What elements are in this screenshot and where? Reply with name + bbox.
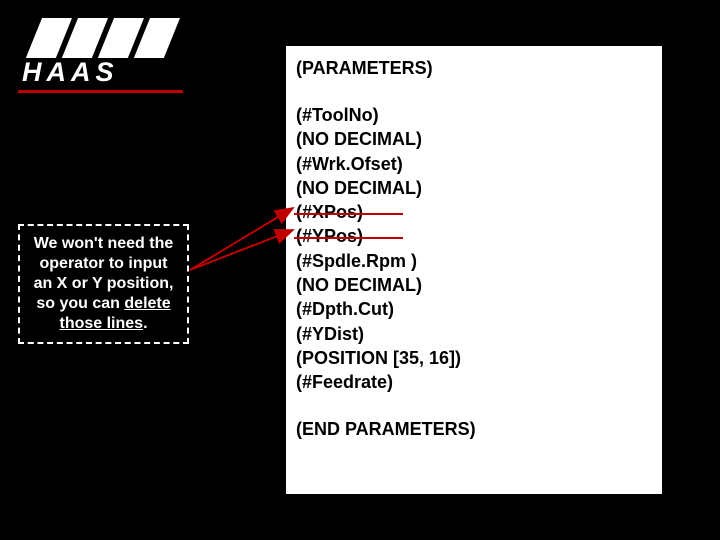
code-line-2: (#Wrk.Ofset) <box>296 152 652 176</box>
code-body: (#ToolNo)(NO DECIMAL)(#Wrk.Ofset)(NO DEC… <box>296 103 652 395</box>
sidebar: HAAS We won't need the operator to input… <box>0 0 200 540</box>
callout-line-5b: . <box>143 315 147 332</box>
callout-line-4a: so you can <box>36 295 124 312</box>
code-footer: (END PARAMETERS) <box>296 419 652 440</box>
code-line-10: (POSITION [35, 16]) <box>296 346 652 370</box>
code-line-4: (#XPos) <box>296 200 652 224</box>
haas-logo-icon: HAAS <box>18 18 183 86</box>
struck-text: (#XPos) <box>296 200 363 224</box>
struck-text: (#YPos) <box>296 224 363 248</box>
callout-text: We won't need the operator to input an X… <box>26 234 181 334</box>
code-line-5: (#YPos) <box>296 224 652 248</box>
code-line-0: (#ToolNo) <box>296 103 652 127</box>
callout-line-4u: delete <box>124 295 170 312</box>
code-line-6: (#Spdle.Rpm ) <box>296 249 652 273</box>
callout-line-1: We won't need the <box>34 235 174 252</box>
code-box: (PARAMETERS) (#ToolNo)(NO DECIMAL)(#Wrk.… <box>285 45 663 495</box>
code-header: (PARAMETERS) <box>296 58 652 79</box>
code-line-1: (NO DECIMAL) <box>296 127 652 151</box>
code-line-8: (#Dpth.Cut) <box>296 297 652 321</box>
callout-line-2: operator to input <box>40 255 168 272</box>
code-line-7: (NO DECIMAL) <box>296 273 652 297</box>
code-line-11: (#Feedrate) <box>296 370 652 394</box>
logo-underline <box>18 90 183 93</box>
code-line-3: (NO DECIMAL) <box>296 176 652 200</box>
callout-line-3: an X or Y position, <box>34 275 174 292</box>
callout-box: We won't need the operator to input an X… <box>18 224 189 344</box>
callout-line-5u: those lines <box>59 315 143 332</box>
svg-text:HAAS: HAAS <box>22 57 119 86</box>
code-line-9: (#YDist) <box>296 322 652 346</box>
